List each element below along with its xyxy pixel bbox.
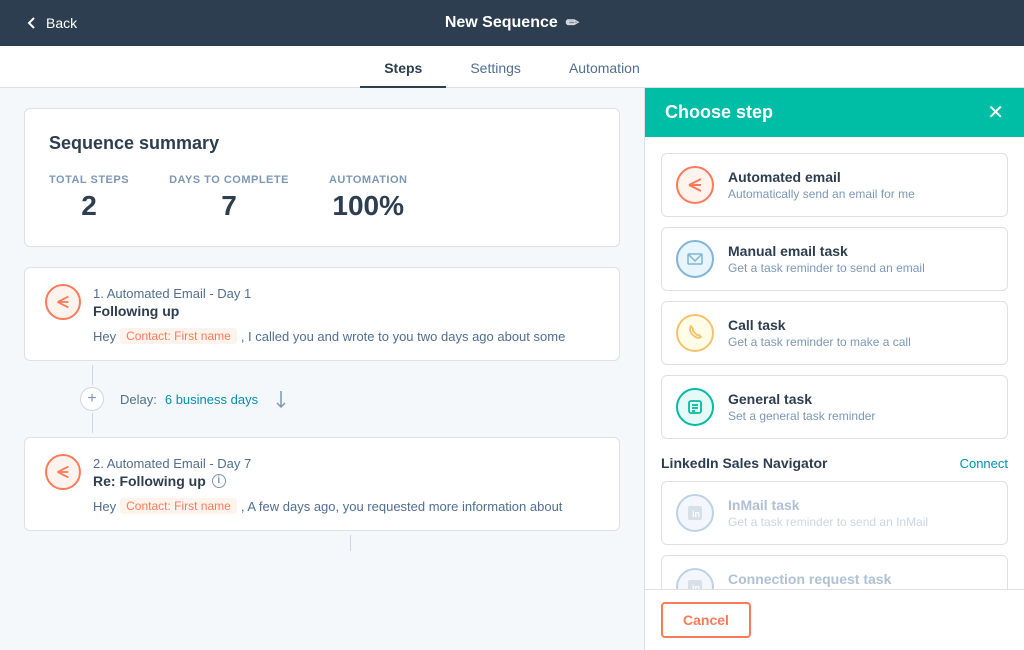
close-panel-button[interactable]: ✕ bbox=[987, 103, 1004, 123]
summary-card: Sequence summary Total Steps 2 Days to C… bbox=[24, 108, 620, 247]
summary-title: Sequence summary bbox=[49, 133, 595, 154]
svg-text:in: in bbox=[692, 509, 700, 519]
panel-footer: Cancel bbox=[645, 589, 1024, 650]
panel-body: Automated email Automatically send an em… bbox=[645, 137, 1024, 589]
summary-stats: Total Steps 2 Days to Complete 7 Automat… bbox=[49, 174, 595, 222]
connector-line-top bbox=[92, 365, 93, 385]
call-task-text: Call task Get a task reminder to make a … bbox=[728, 317, 911, 349]
svg-text:in: in bbox=[692, 583, 700, 589]
manual-email-text: Manual email task Get a task reminder to… bbox=[728, 243, 925, 275]
step-2-preview: Hey Contact: First name , A few days ago… bbox=[45, 498, 599, 514]
step-1-header: 1. Automated Email - Day 1 Following up bbox=[45, 284, 599, 320]
step-1-icon bbox=[45, 284, 81, 320]
linkedin-section-header: LinkedIn Sales Navigator Connect bbox=[661, 455, 1008, 471]
manual-email-icon bbox=[676, 240, 714, 278]
cancel-button[interactable]: Cancel bbox=[661, 602, 751, 638]
edit-title-icon[interactable]: ✏ bbox=[566, 13, 579, 33]
inmail-task-desc: Get a task reminder to send an InMail bbox=[728, 515, 928, 529]
back-button[interactable]: Back bbox=[24, 15, 77, 31]
panel-header: Choose step ✕ bbox=[645, 88, 1024, 137]
stat-automation-label: Automation bbox=[329, 174, 408, 186]
call-task-icon bbox=[676, 314, 714, 352]
step-2-header: 2. Automated Email - Day 7 Re: Following… bbox=[45, 454, 599, 490]
tab-settings[interactable]: Settings bbox=[446, 50, 545, 88]
step-1-contact-tag: Contact: First name bbox=[120, 328, 237, 344]
step-2-icon bbox=[45, 454, 81, 490]
connection-request-icon: in bbox=[676, 568, 714, 589]
option-connection-request: in Connection request task Get a task re… bbox=[661, 555, 1008, 589]
stat-total-steps: Total Steps 2 bbox=[49, 174, 129, 222]
connection-request-name: Connection request task bbox=[728, 571, 929, 587]
general-task-icon bbox=[676, 388, 714, 426]
step-1-name: 1. Automated Email - Day 1 bbox=[93, 286, 251, 301]
stat-automation-value: 100% bbox=[329, 190, 408, 222]
general-task-name: General task bbox=[728, 391, 875, 407]
panel-title: Choose step bbox=[665, 102, 773, 123]
connector-line-bottom bbox=[92, 413, 93, 433]
step-2-subject: Re: Following up i bbox=[93, 473, 251, 489]
step-1-info: 1. Automated Email - Day 1 Following up bbox=[93, 286, 251, 319]
tab-automation[interactable]: Automation bbox=[545, 50, 664, 88]
option-manual-email[interactable]: Manual email task Get a task reminder to… bbox=[661, 227, 1008, 291]
info-icon[interactable]: i bbox=[212, 474, 226, 488]
stat-days-to-complete: Days to Complete 7 bbox=[169, 174, 289, 222]
back-label: Back bbox=[46, 15, 77, 31]
manual-email-name: Manual email task bbox=[728, 243, 925, 259]
stat-automation: Automation 100% bbox=[329, 174, 408, 222]
step-card-2: 2. Automated Email - Day 7 Re: Following… bbox=[24, 437, 620, 531]
general-task-text: General task Set a general task reminder bbox=[728, 391, 875, 423]
add-step-button[interactable]: + bbox=[80, 387, 104, 411]
header-title: New Sequence ✏ bbox=[445, 13, 579, 33]
delay-value: 6 business days bbox=[165, 392, 258, 407]
inmail-task-icon: in bbox=[676, 494, 714, 532]
option-call-task[interactable]: Call task Get a task reminder to make a … bbox=[661, 301, 1008, 365]
automated-email-desc: Automatically send an email for me bbox=[728, 187, 915, 201]
sequence-title: New Sequence bbox=[445, 14, 558, 32]
step-card-1: 1. Automated Email - Day 1 Following up … bbox=[24, 267, 620, 361]
option-inmail-task: in InMail task Get a task reminder to se… bbox=[661, 481, 1008, 545]
linkedin-connect-link[interactable]: Connect bbox=[960, 456, 1008, 471]
manual-email-desc: Get a task reminder to send an email bbox=[728, 261, 925, 275]
tabs-bar: Steps Settings Automation bbox=[0, 46, 1024, 88]
automated-email-text: Automated email Automatically send an em… bbox=[728, 169, 915, 201]
tab-steps[interactable]: Steps bbox=[360, 50, 446, 88]
step-2-info: 2. Automated Email - Day 7 Re: Following… bbox=[93, 456, 251, 489]
inmail-task-text: InMail task Get a task reminder to send … bbox=[728, 497, 928, 529]
step-2-name: 2. Automated Email - Day 7 bbox=[93, 456, 251, 471]
stat-total-steps-label: Total Steps bbox=[49, 174, 129, 186]
option-automated-email[interactable]: Automated email Automatically send an em… bbox=[661, 153, 1008, 217]
stat-days-label: Days to Complete bbox=[169, 174, 289, 186]
stat-days-value: 7 bbox=[169, 190, 289, 222]
connection-request-text: Connection request task Get a task remin… bbox=[728, 571, 929, 589]
choose-step-panel: Choose step ✕ Automated email Automatica… bbox=[644, 88, 1024, 650]
main-content: Sequence summary Total Steps 2 Days to C… bbox=[0, 88, 1024, 650]
connector-line-bottom2 bbox=[350, 535, 351, 551]
inmail-task-name: InMail task bbox=[728, 497, 928, 513]
step-2-contact-tag: Contact: First name bbox=[120, 498, 237, 514]
step-1-subject: Following up bbox=[93, 303, 251, 319]
left-panel: Sequence summary Total Steps 2 Days to C… bbox=[0, 88, 644, 650]
stat-total-steps-value: 2 bbox=[49, 190, 129, 222]
call-task-name: Call task bbox=[728, 317, 911, 333]
option-general-task[interactable]: General task Set a general task reminder bbox=[661, 375, 1008, 439]
linkedin-section-label: LinkedIn Sales Navigator bbox=[661, 455, 828, 471]
step-1-preview: Hey Contact: First name , I called you a… bbox=[45, 328, 599, 344]
general-task-desc: Set a general task reminder bbox=[728, 409, 875, 423]
delay-row: Delay: 6 business days bbox=[104, 365, 288, 433]
app-header: Back New Sequence ✏ bbox=[0, 0, 1024, 46]
automated-email-icon bbox=[676, 166, 714, 204]
automated-email-name: Automated email bbox=[728, 169, 915, 185]
call-task-desc: Get a task reminder to make a call bbox=[728, 335, 911, 349]
